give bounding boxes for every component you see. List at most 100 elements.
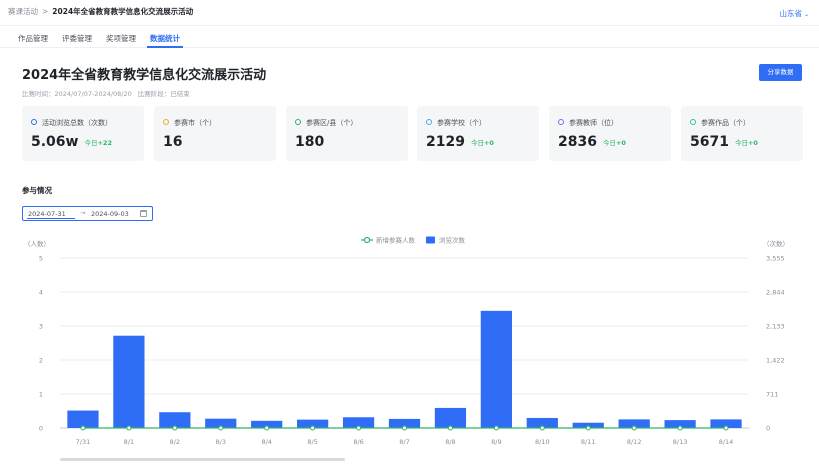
participation-chart: 0 1 2 3 4 5 0 711 1,422 2,133 2,844 3,555 （人数） （次数） 新增… — [24, 236, 789, 447]
x-axis-tick-label: 8/11 — [581, 438, 596, 446]
series-point — [723, 425, 729, 431]
chart-bar — [113, 335, 145, 428]
left-axis-tick-label: 3 — [39, 323, 43, 331]
tab-awards[interactable]: 奖项管理 — [106, 33, 136, 44]
date-range-picker[interactable]: 2024-07-31 → 2024-09-03 — [22, 206, 153, 221]
series-point — [80, 425, 86, 431]
chart-bar — [67, 410, 99, 428]
stat-delta: +0 — [747, 139, 758, 147]
stat-value: 16 — [163, 134, 183, 150]
stat-label: 参赛市（个） — [174, 119, 216, 127]
legend-line-label: 新增参赛人数 — [376, 236, 416, 245]
status-dot-icon — [295, 119, 301, 125]
breadcrumb-current: 2024年全省教育教学信息化交流展示活动 — [52, 7, 194, 16]
stat-delta-label: 今日 — [602, 139, 616, 147]
x-axis-tick-label: 8/4 — [261, 438, 271, 446]
page-title: 2024年全省教育教学信息化交流展示活动 — [22, 68, 267, 83]
chevron-down-icon: ⌄ — [803, 11, 809, 18]
series-point — [356, 425, 362, 431]
stat-card-cities: 参赛市（个） 16 — [154, 106, 276, 161]
x-axis-tick-label: 8/13 — [673, 438, 688, 446]
x-axis-tick-label: 8/3 — [216, 438, 226, 446]
stat-delta: +0 — [483, 139, 494, 147]
share-data-button[interactable]: 分享数据 — [759, 64, 802, 81]
horizontal-scrollbar[interactable] — [60, 458, 345, 461]
chart-bar — [434, 407, 467, 428]
region-selector-value: 山东省 — [779, 9, 802, 18]
section-title: 参与情况 — [22, 186, 52, 195]
stat-label: 活动浏览总数（次数） — [42, 119, 112, 127]
legend-bar-label: 浏览次数 — [439, 236, 466, 245]
right-axis-tick-label: 2,133 — [766, 323, 785, 331]
stat-value: 5.06w — [31, 134, 79, 150]
series-point — [310, 425, 316, 431]
stage-label: 比赛阶段： — [137, 90, 171, 98]
x-axis-tick-label: 8/9 — [491, 438, 501, 446]
right-axis-tick-label: 2,844 — [766, 289, 785, 297]
stat-card-teachers: 参赛教师（位） 2836 今日+0 — [549, 106, 671, 161]
status-dot-icon — [163, 119, 169, 125]
tab-statistics[interactable]: 数据统计 — [150, 33, 180, 44]
stat-value: 2836 — [558, 134, 597, 150]
x-axis-tick-label: 8/1 — [124, 438, 134, 446]
series-point — [402, 425, 407, 431]
x-axis-tick-label: 8/10 — [535, 438, 550, 446]
stat-card-districts: 参赛区/县（个） 180 — [286, 106, 408, 161]
series-point — [126, 425, 132, 431]
date-end-input[interactable]: 2024-09-03 — [91, 210, 129, 218]
top-bar: 赛课活动 >2024年全省教育教学信息化交流展示活动 山东省 ⌄ — [0, 0, 819, 26]
chart-bar — [480, 310, 512, 428]
x-axis-tick-label: 7/31 — [76, 438, 91, 446]
stage-value: 已结束 — [170, 90, 190, 98]
x-axis-tick-label: 8/14 — [719, 438, 734, 446]
tab-judges[interactable]: 评委管理 — [62, 33, 92, 44]
calendar-icon[interactable] — [140, 210, 147, 217]
series-point — [631, 425, 637, 431]
arrow-right-icon: → — [80, 209, 86, 217]
status-dot-icon — [558, 119, 564, 125]
stat-delta: +22 — [97, 139, 112, 147]
stat-label: 参赛教师（位） — [569, 119, 618, 127]
x-axis-tick-label: 8/5 — [307, 438, 317, 446]
left-axis-tick-label: 1 — [39, 391, 43, 399]
x-axis-tick-label: 8/7 — [399, 438, 409, 446]
status-dot-icon — [690, 119, 696, 125]
left-axis-tick-label: 4 — [39, 289, 43, 297]
left-axis-tick-label: 0 — [39, 425, 43, 433]
stat-delta-label: 今日 — [84, 139, 98, 147]
x-axis-tick-label: 8/6 — [353, 438, 363, 446]
stat-delta-label: 今日 — [734, 139, 748, 147]
status-dot-icon — [31, 119, 37, 125]
series-point — [493, 425, 499, 431]
left-axis-tick-label: 2 — [39, 357, 43, 365]
activity-meta: 比赛时间：2024/07/07-2024/08/20 比赛阶段：已结束 — [22, 88, 190, 98]
right-axis-tick-label: 1,422 — [766, 357, 785, 365]
breadcrumb-separator: > — [42, 7, 49, 16]
series-point — [172, 425, 178, 431]
stat-value: 5671 — [690, 134, 729, 150]
region-selector[interactable]: 山东省 ⌄ — [779, 8, 809, 19]
right-axis-tick-label: 711 — [766, 391, 778, 399]
time-value: 2024/07/07-2024/08/20 — [54, 90, 132, 98]
date-input-active-indicator — [27, 217, 75, 219]
stat-delta: +0 — [615, 139, 626, 147]
series-point — [264, 425, 270, 431]
series-point — [585, 425, 591, 431]
left-axis-label: （人数） — [24, 239, 50, 248]
tab-works[interactable]: 作品管理 — [18, 33, 48, 44]
stat-card-works: 参赛作品（个） 5671 今日+0 — [681, 106, 803, 161]
legend-bar-marker — [426, 236, 435, 244]
breadcrumb: 赛课活动 >2024年全省教育教学信息化交流展示活动 — [8, 6, 193, 17]
x-axis-tick-label: 8/2 — [170, 438, 180, 446]
tab-bar: 作品管理 评委管理 奖项管理 数据统计 — [0, 26, 819, 48]
stat-card-views: 活动浏览总数（次数） 5.06w 今日+22 — [22, 106, 144, 161]
series-point — [539, 425, 545, 431]
series-point — [677, 425, 683, 431]
x-axis-tick-label: 8/12 — [627, 438, 642, 446]
series-point — [447, 425, 453, 431]
breadcrumb-parent[interactable]: 赛课活动 — [8, 7, 38, 16]
x-axis-tick-label: 8/8 — [445, 438, 455, 446]
left-axis-tick-label: 5 — [39, 255, 43, 263]
stat-label: 参赛学校（个） — [437, 119, 486, 127]
stat-value: 2129 — [426, 134, 465, 150]
